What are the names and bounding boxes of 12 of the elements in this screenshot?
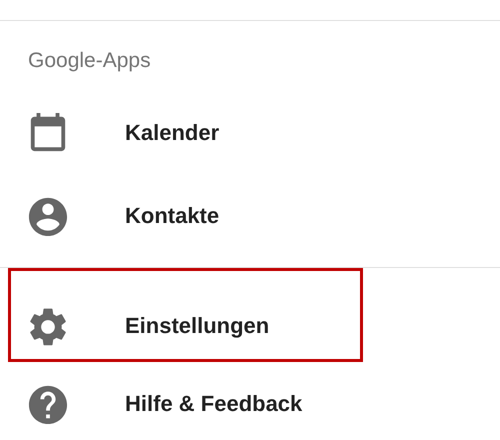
menu-item[interactable]: Kontakte <box>0 174 500 257</box>
section-header: Google-Apps <box>27 48 152 74</box>
menu-label[interactable]: Hilfe & Feedback <box>125 390 302 416</box>
menu-label[interactable]: Kalender <box>125 120 220 146</box>
person-icon <box>28 196 68 236</box>
menu-item[interactable]: Hilfe & Feedback <box>0 362 500 440</box>
menu-label[interactable]: Einstellungen <box>125 313 270 339</box>
menu-label[interactable]: Kontakte <box>125 202 220 228</box>
help-icon <box>28 384 68 424</box>
menu-item[interactable]: Kalender <box>0 91 500 174</box>
calendar-icon <box>28 112 68 152</box>
settings-icon <box>28 306 68 346</box>
